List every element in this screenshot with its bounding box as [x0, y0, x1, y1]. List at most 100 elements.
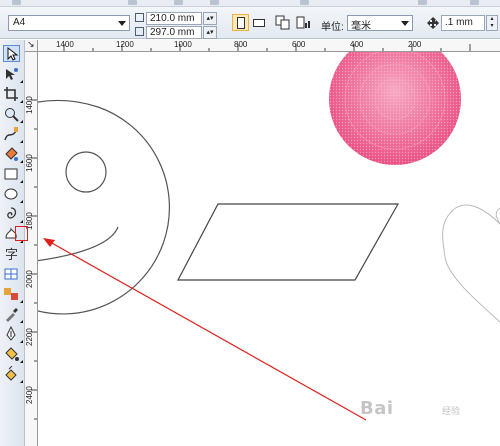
paper-size-value: A4 [13, 17, 26, 28]
flyout-indicator [20, 340, 23, 343]
nudge-icon [426, 16, 440, 30]
outline-pen-tool-button[interactable] [3, 326, 23, 343]
freehand-tool-button[interactable] [3, 126, 23, 143]
heart-shape[interactable] [442, 204, 500, 323]
fill-tool-icon [5, 347, 19, 361]
pick-tool-icon [7, 46, 19, 61]
landscape-button[interactable] [250, 14, 267, 31]
current-page-button[interactable] [295, 15, 311, 31]
freehand-tool-icon [4, 127, 18, 141]
ruler-label: 800 [234, 40, 248, 49]
property-bar: A4 210.0 mm ▴▾ 297.0 mm ▴▾ 单位: 毫米 .1 mm … [0, 7, 500, 39]
ellipse-tool-icon [4, 188, 18, 200]
flyout-indicator [20, 180, 23, 183]
flyout-indicator [20, 160, 23, 163]
flyout-indicator [20, 100, 23, 103]
ruler-label: 1600 [25, 154, 34, 172]
zoom-tool-button[interactable] [3, 106, 23, 123]
smiley-face-shape[interactable] [38, 99, 170, 315]
flyout-indicator [20, 200, 23, 203]
toolbox: 字 [0, 40, 25, 446]
ruler-label: 1200 [116, 40, 134, 49]
interactive-fill-tool-button[interactable] [3, 366, 23, 383]
eyedropper-tool-button[interactable] [3, 306, 23, 323]
table-tool-icon [4, 268, 18, 280]
annotation-highlight-box [15, 226, 28, 241]
shape-tool-icon [6, 68, 18, 80]
all-pages-icon [275, 15, 290, 30]
nudge-spinner[interactable]: ▴ ▾ [486, 15, 498, 31]
toolbar-icon[interactable] [174, 0, 183, 5]
nudge-distance-field[interactable]: .1 mm [441, 15, 485, 31]
crop-tool-button[interactable] [3, 86, 23, 103]
width-icon [135, 13, 144, 22]
ruler-origin[interactable]: ↘ [25, 39, 38, 52]
text-tool-button[interactable]: 字 [3, 246, 20, 263]
ruler-label: 400 [350, 40, 364, 49]
vertical-ruler[interactable]: 1400 1600 1800 2000 2200 2400 [25, 52, 38, 446]
toolbar-icon[interactable] [470, 0, 479, 5]
toolbar-icon[interactable] [300, 0, 309, 5]
ruler-label: 200 [408, 40, 422, 49]
rectangle-tool-icon [4, 168, 18, 180]
flyout-indicator [20, 360, 23, 363]
svg-text:字: 字 [5, 247, 18, 262]
landscape-icon [253, 19, 265, 27]
toolbar-icon[interactable] [418, 0, 427, 5]
canvas-drawing [38, 52, 500, 421]
units-select[interactable]: 毫米 [347, 15, 413, 32]
pick-tool-button[interactable] [3, 45, 20, 62]
table-tool-button[interactable] [3, 266, 20, 283]
toolbar-icon[interactable] [12, 0, 21, 5]
portrait-button[interactable] [232, 14, 249, 31]
watermark-logo: Bai [360, 398, 394, 419]
chevron-down-icon [118, 21, 126, 26]
page-height-spinner[interactable]: ▴▾ [203, 26, 217, 39]
parallelogram-shape[interactable] [177, 203, 400, 281]
flyout-indicator [20, 120, 23, 123]
ruler-label: 1400 [56, 40, 74, 49]
toolbar-icon[interactable] [210, 0, 219, 5]
ruler-label: 2000 [25, 270, 34, 288]
horizontal-ruler-ticks [63, 44, 471, 51]
all-pages-button[interactable] [275, 15, 291, 31]
flyout-indicator [20, 320, 23, 323]
flyout-indicator [20, 220, 23, 223]
ruler-label: 1400 [25, 96, 34, 114]
portrait-icon [237, 17, 245, 29]
standard-toolbar-strip [0, 0, 500, 7]
polygon-tool-icon [7, 207, 17, 219]
ruler-label: 600 [292, 40, 306, 49]
annotation-arrow [43, 238, 367, 421]
current-page-icon [296, 16, 310, 29]
drawing-canvas[interactable] [38, 52, 500, 446]
ruler-label: 2400 [25, 386, 34, 404]
interactive-blend-tool-icon [4, 288, 18, 300]
watermark-suffix: 经验 [442, 406, 461, 416]
outline-pen-tool-icon [6, 326, 16, 341]
text-tool-icon: 字 [5, 247, 18, 262]
rectangle-tool-button[interactable] [3, 166, 23, 183]
smart-fill-tool-icon [5, 147, 18, 161]
smart-fill-tool-button[interactable] [3, 146, 23, 163]
crop-tool-icon [4, 87, 18, 101]
interactive-fill-tool-icon [5, 366, 17, 381]
shape-tool-button[interactable] [3, 66, 23, 83]
chevron-down-icon [401, 21, 409, 26]
ruler-label: 1000 [174, 40, 192, 49]
flyout-indicator [20, 140, 23, 143]
interactive-blend-tool-button[interactable] [3, 286, 23, 303]
horizontal-ruler[interactable]: 1400 1200 1000 800 600 400 200 [38, 40, 500, 52]
toolbar-icon[interactable] [128, 0, 137, 5]
fill-tool-button[interactable] [3, 346, 23, 363]
flyout-indicator [20, 80, 23, 83]
polygon-tool-button[interactable] [3, 206, 23, 223]
page-height-field[interactable]: 297.0 mm [146, 26, 202, 39]
page-width-field[interactable]: 210.0 mm [146, 12, 202, 25]
paper-size-select[interactable]: A4 [8, 15, 130, 31]
eyedropper-tool-icon [6, 308, 18, 322]
ellipse-tool-button[interactable] [3, 186, 23, 203]
flyout-indicator [20, 380, 23, 383]
pink-blend-circle[interactable] [329, 52, 461, 165]
page-width-spinner[interactable]: ▴▾ [203, 12, 217, 25]
